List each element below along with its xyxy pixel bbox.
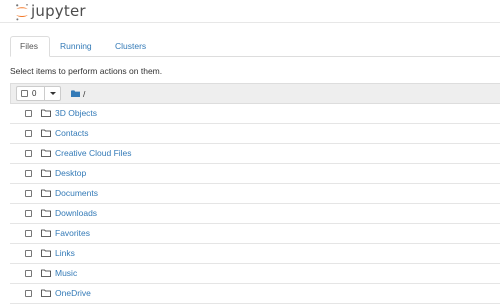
select-all-checkbox[interactable]: [21, 90, 28, 97]
folder-icon: [41, 149, 51, 157]
item-name-link[interactable]: Downloads: [55, 204, 97, 223]
jupyter-logo[interactable]: jupyter: [15, 0, 86, 23]
chevron-down-icon: [49, 92, 56, 95]
header-bar: jupyter: [0, 0, 500, 23]
list-item[interactable]: OneDrive: [10, 284, 500, 304]
tab-running[interactable]: Running: [51, 36, 101, 56]
folder-icon: [41, 249, 51, 257]
item-name-link[interactable]: Documents: [55, 184, 98, 203]
list-item[interactable]: Contacts: [10, 124, 500, 144]
item-checkbox[interactable]: [25, 250, 32, 257]
jupyter-logo-icon: [16, 3, 28, 20]
list-item[interactable]: Downloads: [10, 204, 500, 224]
instructions-text: Select items to perform actions on them.: [10, 66, 163, 76]
folder-icon: [41, 129, 51, 137]
item-name-link[interactable]: Links: [55, 244, 75, 263]
item-checkbox[interactable]: [25, 190, 32, 197]
item-name-link[interactable]: Favorites: [55, 224, 90, 243]
selected-count: 0: [32, 89, 37, 98]
item-checkbox[interactable]: [25, 150, 32, 157]
logo-text: jupyter: [31, 1, 86, 20]
item-checkbox[interactable]: [25, 290, 32, 297]
list-item[interactable]: 3D Objects: [10, 104, 500, 124]
select-all-button[interactable]: 0: [17, 87, 45, 100]
breadcrumb: /: [71, 84, 85, 103]
item-name-link[interactable]: Creative Cloud Files: [55, 144, 132, 163]
file-list: 3D Objects Contacts Creative Cloud Files De…: [10, 104, 500, 304]
tab-clusters[interactable]: Clusters: [106, 36, 155, 56]
folder-icon: [41, 169, 51, 177]
folder-icon: [41, 269, 51, 277]
home-folder-icon[interactable]: [71, 90, 80, 97]
folder-icon: [41, 189, 51, 197]
list-item[interactable]: Music: [10, 264, 500, 284]
item-name-link[interactable]: Music: [55, 264, 77, 283]
item-checkbox[interactable]: [25, 170, 32, 177]
list-item[interactable]: Creative Cloud Files: [10, 144, 500, 164]
item-name-link[interactable]: Contacts: [55, 124, 89, 143]
select-dropdown-toggle[interactable]: [45, 87, 60, 100]
folder-icon: [41, 209, 51, 217]
folder-icon: [41, 229, 51, 237]
tab-files[interactable]: Files: [10, 36, 50, 57]
item-checkbox[interactable]: [25, 130, 32, 137]
list-item[interactable]: Documents: [10, 184, 500, 204]
item-name-link[interactable]: 3D Objects: [55, 104, 97, 123]
list-item[interactable]: Favorites: [10, 224, 500, 244]
item-checkbox[interactable]: [25, 230, 32, 237]
item-name-link[interactable]: OneDrive: [55, 284, 91, 303]
item-checkbox[interactable]: [25, 270, 32, 277]
file-list-header: 0 /: [10, 83, 500, 104]
item-checkbox[interactable]: [25, 110, 32, 117]
select-all-button-group: 0: [16, 86, 61, 101]
breadcrumb-path[interactable]: /: [83, 89, 85, 99]
tab-bar: Files Running Clusters: [10, 36, 500, 57]
list-item[interactable]: Desktop: [10, 164, 500, 184]
folder-icon: [41, 109, 51, 117]
folder-icon: [41, 289, 51, 297]
item-name-link[interactable]: Desktop: [55, 164, 86, 183]
item-checkbox[interactable]: [25, 210, 32, 217]
list-item[interactable]: Links: [10, 244, 500, 264]
